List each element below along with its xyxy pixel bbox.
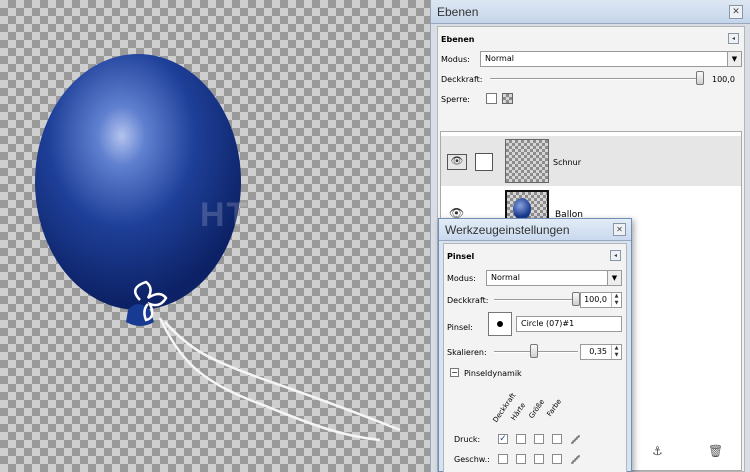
dynamics-checkbox[interactable] bbox=[552, 434, 562, 444]
tool-options-panel: Pinsel ◂ Modus: Normal ▼ Deckkraft: 100,… bbox=[443, 243, 627, 472]
layers-window-title: Ebenen bbox=[431, 0, 750, 24]
brush-name-field[interactable]: Circle (07)#1 bbox=[516, 316, 622, 332]
brush-dot-icon bbox=[497, 321, 503, 327]
dynamics-checkbox[interactable] bbox=[516, 434, 526, 444]
lock-alpha-checkbox[interactable] bbox=[502, 93, 513, 104]
column-header-haerte: Härte bbox=[509, 401, 528, 422]
spinner-arrows-icon[interactable]: ▲ ▼ bbox=[611, 345, 621, 359]
watermark-text: HT bbox=[200, 196, 250, 234]
layers-opacity-slider[interactable] bbox=[490, 78, 700, 80]
chevron-down-icon: ▼ bbox=[727, 52, 741, 66]
dynamics-checkbox[interactable] bbox=[498, 454, 508, 464]
dynamics-checkbox[interactable] bbox=[552, 454, 562, 464]
tool-opacity-slider-handle[interactable] bbox=[572, 292, 580, 306]
dynamics-section-label: Pinseldynamik bbox=[464, 369, 522, 378]
tool-options-title: Werkzeugeinstellungen bbox=[439, 219, 631, 241]
trash-icon[interactable]: 🗑 bbox=[708, 444, 723, 458]
layers-mode-select[interactable]: Normal ▼ bbox=[480, 51, 742, 67]
layers-opacity-value[interactable]: 100,0 bbox=[712, 75, 735, 84]
layer-thumbnail-schnur bbox=[505, 139, 549, 183]
dynamics-row-label: Druck: bbox=[454, 435, 481, 444]
layers-opacity-label: Deckkraft: bbox=[441, 75, 483, 84]
scale-value: 0,35 bbox=[589, 347, 607, 356]
dynamics-checkbox[interactable] bbox=[534, 434, 544, 444]
dynamics-checkbox[interactable]: ✓ bbox=[498, 434, 508, 444]
layers-action-bar: ⚓ 🗑 bbox=[632, 440, 750, 472]
lock-label: Sperre: bbox=[441, 95, 470, 104]
tool-opacity-value: 100,0 bbox=[584, 295, 607, 304]
chain-toggle[interactable] bbox=[475, 153, 493, 171]
tool-opacity-label: Deckkraft: bbox=[447, 296, 489, 305]
layers-section-title: Ebenen bbox=[441, 35, 475, 44]
column-header-groesse: Größe bbox=[527, 398, 547, 420]
scale-label: Skalieren: bbox=[447, 348, 487, 357]
balloon-string-1 bbox=[158, 317, 381, 442]
brush-label: Pinsel: bbox=[447, 323, 473, 332]
tool-section-title: Pinsel bbox=[447, 252, 475, 261]
balloon-thumbnail-shape bbox=[513, 198, 531, 220]
layers-mode-value: Normal bbox=[485, 54, 514, 63]
lock-pixels-checkbox[interactable] bbox=[486, 93, 497, 104]
layers-mode-label: Modus: bbox=[441, 55, 470, 64]
scale-slider-handle[interactable] bbox=[530, 344, 538, 358]
tool-mode-label: Modus: bbox=[447, 274, 476, 283]
dynamics-checkbox[interactable] bbox=[516, 454, 526, 464]
dynamics-row-label: Geschw.: bbox=[454, 455, 490, 464]
column-header-farbe: Farbe bbox=[545, 397, 564, 418]
tool-options-window: Werkzeugeinstellungen ✕ Pinsel ◂ Modus: … bbox=[438, 218, 632, 472]
close-icon[interactable]: ✕ bbox=[729, 5, 743, 19]
tool-mode-value: Normal bbox=[491, 273, 520, 282]
chevron-down-icon: ▼ bbox=[607, 271, 621, 285]
layer-name-schnur[interactable]: Schnur bbox=[553, 158, 581, 167]
close-icon[interactable]: ✕ bbox=[613, 223, 626, 236]
spinner-arrows-icon[interactable]: ▲ ▼ bbox=[611, 293, 621, 307]
dynamics-checkbox[interactable] bbox=[534, 454, 544, 464]
tool-opacity-slider[interactable] bbox=[494, 299, 576, 301]
balloon-body bbox=[35, 54, 241, 310]
panel-menu-icon[interactable]: ◂ bbox=[728, 33, 739, 44]
layers-opacity-slider-handle[interactable] bbox=[696, 71, 704, 85]
eye-icon[interactable]: 👁 bbox=[447, 154, 467, 170]
image-canvas[interactable]: HT bbox=[0, 0, 430, 472]
panel-menu-icon[interactable]: ◂ bbox=[610, 250, 621, 261]
anchor-icon[interactable]: ⚓ bbox=[652, 444, 663, 458]
collapse-toggle-icon[interactable]: − bbox=[450, 368, 459, 377]
tool-opacity-spinner[interactable]: 100,0 ▲ ▼ bbox=[580, 292, 622, 308]
balloon-artwork bbox=[35, 54, 401, 442]
brush-preview-button[interactable] bbox=[488, 312, 512, 336]
dynamics-curve-icon[interactable] bbox=[570, 434, 580, 444]
layer-row-schnur[interactable]: 👁 Schnur bbox=[441, 136, 741, 186]
dynamics-curve-icon[interactable] bbox=[570, 454, 580, 464]
brush-name-value: Circle (07)#1 bbox=[521, 319, 575, 328]
tool-mode-select[interactable]: Normal ▼ bbox=[486, 270, 622, 286]
scale-spinner[interactable]: 0,35 ▲ ▼ bbox=[580, 344, 622, 360]
